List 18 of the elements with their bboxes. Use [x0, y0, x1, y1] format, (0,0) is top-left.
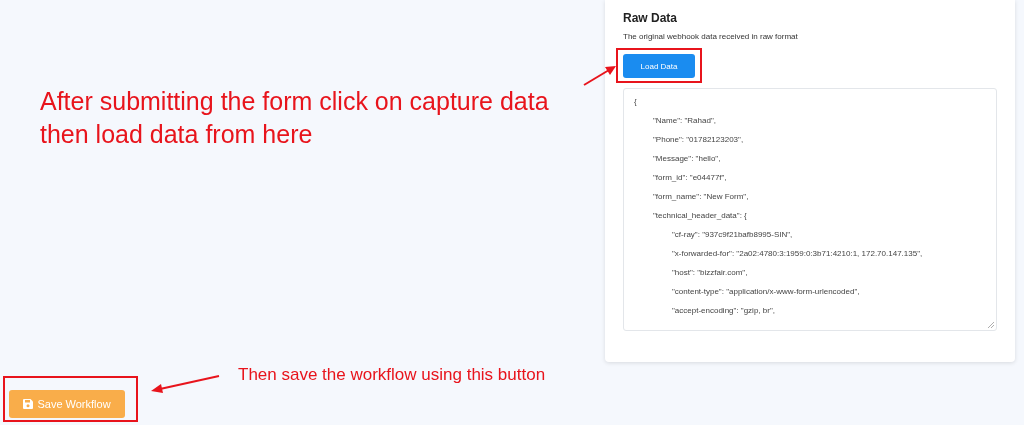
json-line: "Phone": "01782123203",	[653, 135, 744, 144]
json-line: "host": "bizzfair.com",	[672, 268, 748, 277]
json-line: {	[634, 97, 637, 106]
load-data-button[interactable]: Load Data	[623, 54, 695, 78]
panel-description: The original webhook data received in raw format	[623, 32, 799, 41]
annotation-text: After submitting the form click on capture data then load data from here	[40, 86, 550, 150]
json-line: "form_id": "e04477f",	[653, 173, 727, 182]
json-line: "form_name": "New Form",	[653, 192, 749, 201]
save-workflow-button[interactable]: Save Workflow	[9, 390, 125, 418]
json-line: "cf-ray": "937c9f21bafb8995-SIN",	[672, 230, 793, 239]
annotation-text: Then save the workflow using this button	[238, 365, 546, 385]
json-line: "accept-encoding": "gzip, br",	[672, 306, 775, 315]
json-line: "x-forwarded-for": "2a02:4780:3:1959:0:3b71:4210:1, 172.70.147.135",	[672, 249, 923, 258]
json-line: "technical_header_data": {	[653, 211, 747, 220]
json-line: "Message": "hello",	[653, 154, 721, 163]
json-line: "Name": "Rahad",	[653, 116, 716, 125]
json-line: "content-type": "application/x-www-form-urlencoded",	[672, 287, 860, 296]
panel-title: Raw Data	[623, 11, 679, 25]
